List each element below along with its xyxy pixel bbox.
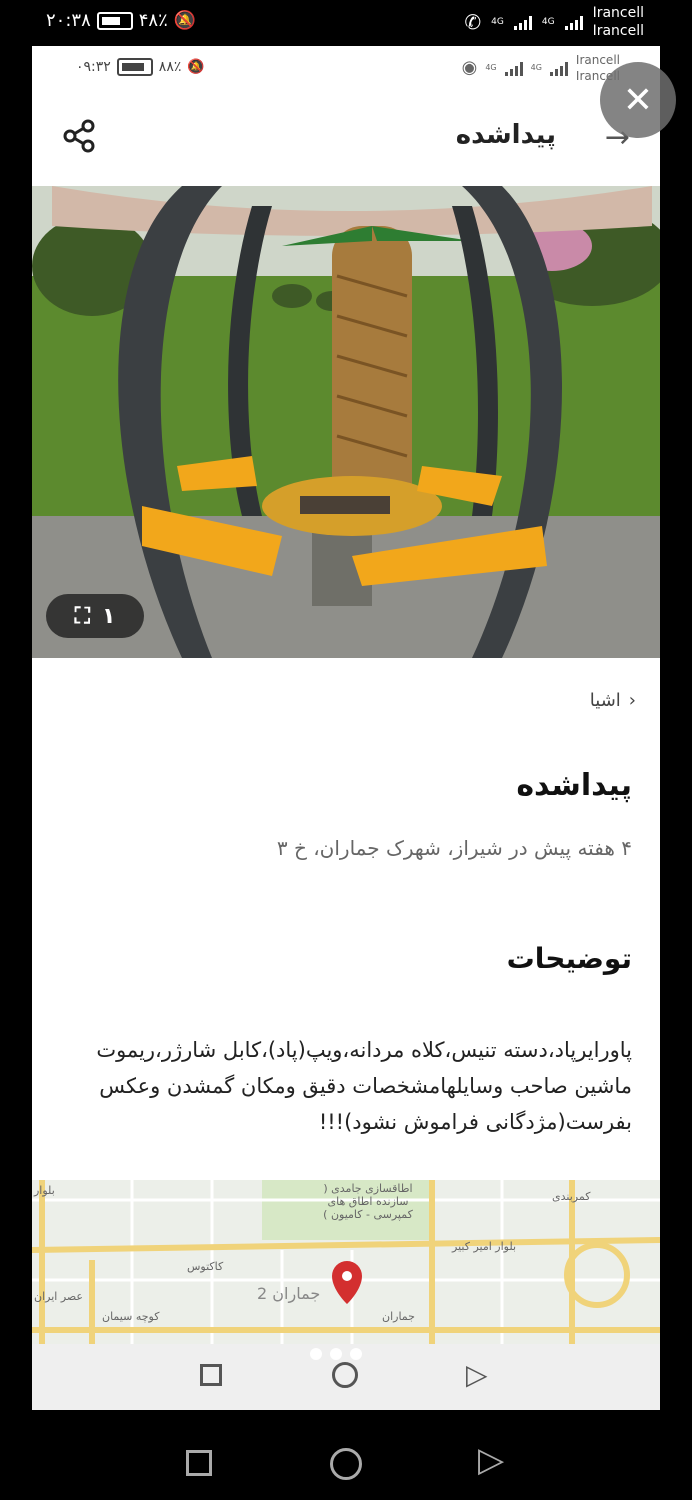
park-gazebo-image xyxy=(32,186,660,658)
outer-network2: 4G xyxy=(541,17,555,27)
outer-nav-bar: ▷ xyxy=(0,1410,692,1500)
outer-clock: ۲۰:۳۸ xyxy=(46,10,91,31)
inner-clock: ۰۹:۳۲ xyxy=(76,59,111,75)
location-map[interactable]: اطاقسازی جامدی ( سازنده اطاق های کمپرسی … xyxy=(32,1180,660,1344)
inner-network2: 4G xyxy=(530,63,542,72)
map-poi: کاکتوس xyxy=(187,1260,224,1273)
map-poi: کمربندی xyxy=(552,1190,591,1203)
share-icon[interactable] xyxy=(60,116,100,156)
breadcrumb[interactable]: ‹ اشیا xyxy=(590,690,636,711)
back-triangle-icon[interactable]: ▷ xyxy=(478,1440,504,1480)
outer-battery-icon xyxy=(96,11,133,30)
map-poi: کوچه سیمان xyxy=(102,1310,160,1323)
signal-icon xyxy=(504,60,523,76)
home-button[interactable] xyxy=(330,1448,362,1480)
fullscreen-icon: ⛶ xyxy=(74,603,90,629)
home-button[interactable] xyxy=(332,1362,358,1388)
outer-network1: 4G xyxy=(491,17,504,27)
inner-nav-bar: ▷ xyxy=(32,1344,660,1410)
map-poi: عصر ایران xyxy=(34,1290,83,1303)
inner-battery-text: ۸۸٪ xyxy=(158,59,182,75)
inner-network1: 4G xyxy=(485,63,497,72)
page-dots xyxy=(310,1348,362,1360)
signal-icon xyxy=(513,14,532,30)
map-poi: جماران xyxy=(382,1310,415,1323)
app-header: → پیداشده xyxy=(32,90,660,186)
back-triangle-icon[interactable]: ▷ xyxy=(466,1358,488,1391)
signal-icon xyxy=(564,14,583,30)
inner-carrier1: Irancell xyxy=(575,53,620,67)
post-title: پیداشده xyxy=(516,768,632,803)
image-count: ۱ xyxy=(101,603,116,629)
map-poi: اطاقسازی جامدی ( سازنده اطاق های کمپرسی … xyxy=(323,1182,413,1221)
chevron-left-icon: ‹ xyxy=(628,690,636,711)
whatsapp-icon: ✆ xyxy=(464,10,482,34)
post-meta: ۴ هفته پیش در شیراز، شهرک جماران، خ ۳ xyxy=(276,836,632,860)
outer-battery-text: ۴۸٪ xyxy=(138,10,168,31)
recent-apps-button[interactable] xyxy=(200,1364,222,1386)
outer-carrier2: Irancell xyxy=(592,23,644,39)
signal-icon xyxy=(549,60,568,76)
inner-battery-icon xyxy=(116,58,153,76)
post-image[interactable]: ⛶ ۱ xyxy=(32,186,660,658)
post-description: پاورایرپاد،دسته تنیس،کلاه مردانه،ویپ(پاد… xyxy=(96,1038,632,1134)
map-poi: بلوار امیر کبیر xyxy=(452,1240,517,1253)
hotspot-icon: ◉ xyxy=(461,57,478,78)
mute-icon: 🔕 xyxy=(187,59,205,75)
mute-icon: 🔕 xyxy=(173,10,197,31)
outer-status-bar: ۲۰:۳۸ ۴۸٪ 🔕 ✆ 4G 4G Irancell Irancell xyxy=(0,0,692,46)
map-poi: جماران 2 xyxy=(257,1284,321,1303)
inner-status-bar: ۰۹:۳۲ ۸۸٪ 🔕 ◉ 4G 4G Irancell Irancell xyxy=(32,46,660,90)
recent-apps-button[interactable] xyxy=(186,1450,212,1476)
outer-carrier1: Irancell xyxy=(592,5,644,21)
header-title: پیداشده xyxy=(455,120,556,150)
map-poi: بلوار xyxy=(34,1184,55,1197)
description-heading: توضیحات xyxy=(506,942,632,975)
breadcrumb-label: اشیا xyxy=(589,690,621,711)
phone-screen: ۰۹:۳۲ ۸۸٪ 🔕 ◉ 4G 4G Irancell Irancell → … xyxy=(32,46,660,1410)
image-counter[interactable]: ⛶ ۱ xyxy=(46,594,144,638)
close-icon[interactable]: ✕ xyxy=(600,62,676,138)
